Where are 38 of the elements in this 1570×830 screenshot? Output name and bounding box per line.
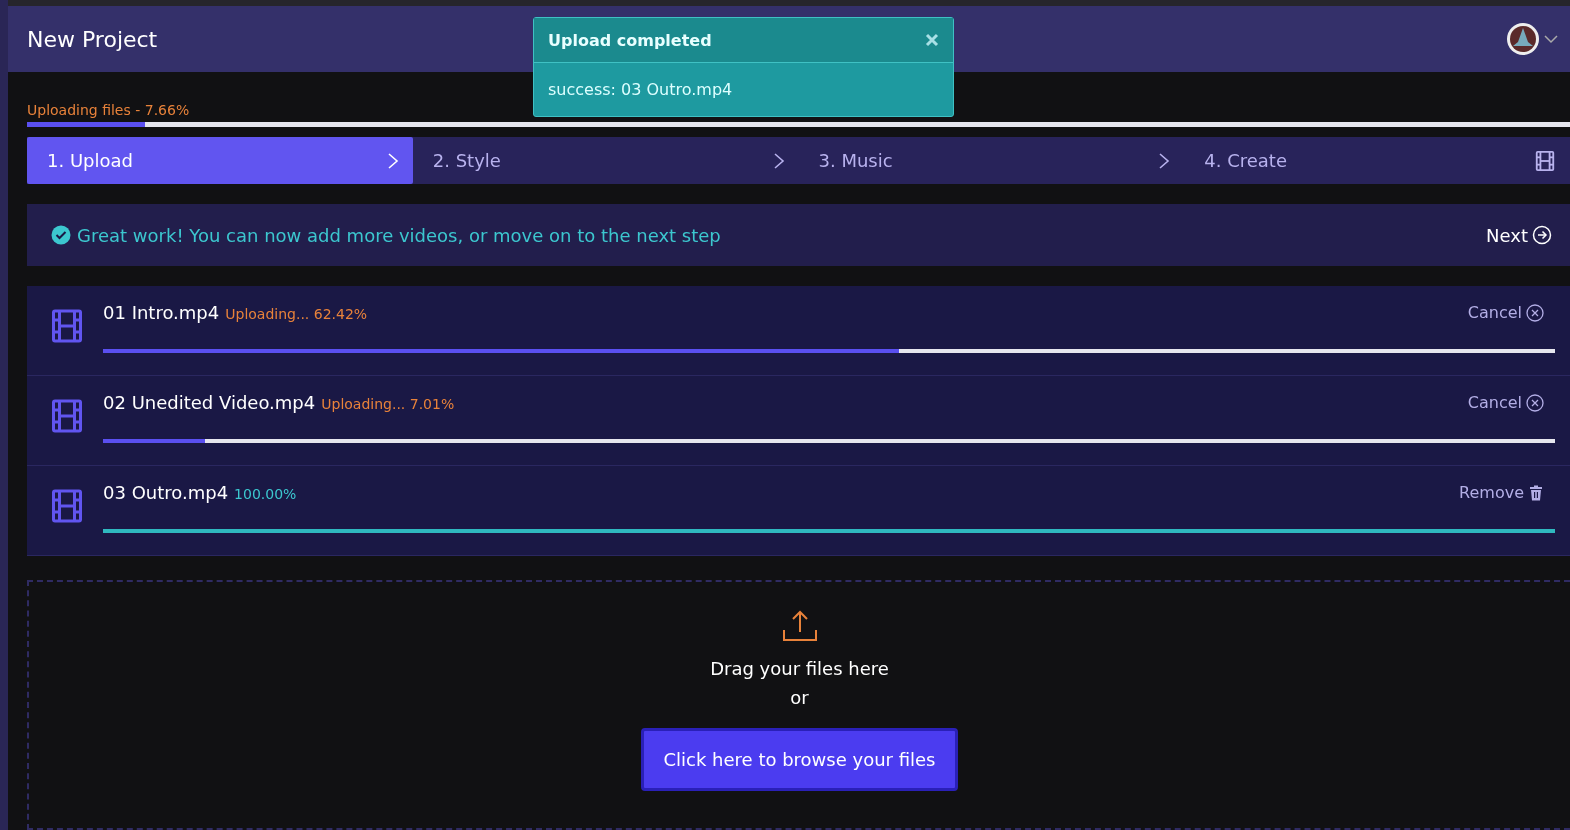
- toast-title: Upload completed: [548, 30, 712, 50]
- page-title: New Project: [27, 26, 158, 52]
- film-icon: [49, 398, 85, 434]
- remove-button[interactable]: Remove: [1459, 483, 1544, 502]
- step-tab[interactable]: 1. Upload: [27, 137, 413, 184]
- or-label: or: [790, 686, 809, 710]
- step-tab[interactable]: 3. Music: [798, 137, 1185, 184]
- drop-prompt: Drag your files here: [710, 657, 889, 681]
- upload-status: 100.00%: [234, 486, 297, 502]
- close-circle-icon: [1526, 393, 1544, 412]
- cancel-button[interactable]: Cancel: [1467, 303, 1544, 322]
- film-icon: [49, 488, 85, 524]
- next-button[interactable]: Next: [1486, 224, 1552, 246]
- trash-icon: [1528, 484, 1544, 501]
- upload-icon: [781, 610, 818, 642]
- file-name: 03 Outro.mp4: [103, 482, 229, 503]
- cancel-button[interactable]: Cancel: [1467, 393, 1544, 412]
- film-icon: [49, 308, 85, 344]
- file-name: 02 Unedited Video.mp4: [103, 392, 316, 413]
- close-circle-icon: [1526, 303, 1544, 322]
- file-name: 01 Intro.mp4: [103, 302, 220, 323]
- chevron-icon: [386, 151, 399, 170]
- upload-progress-label: Uploading files - 7.66%: [27, 102, 191, 118]
- drop-zone[interactable]: Drag your files here or Click here to browse your files: [27, 580, 1570, 830]
- film-icon: [1534, 149, 1556, 172]
- check-circle-icon: [51, 225, 71, 245]
- caret-icon[interactable]: [1544, 34, 1558, 45]
- banner-message: Great work! You can now add more videos, or move on to the next step: [77, 224, 721, 246]
- step-tab[interactable]: 2. Style: [412, 137, 799, 184]
- avatar-icon[interactable]: [1506, 22, 1540, 57]
- chevron-icon: [772, 151, 785, 170]
- upload-status: Uploading... 62.42%: [225, 306, 368, 322]
- toast-message: success: 03 Outro.mp4: [547, 79, 734, 101]
- chevron-icon: [1158, 151, 1171, 170]
- step-tab[interactable]: 4. Create: [1184, 137, 1570, 184]
- browse-button[interactable]: Click here to browse your files: [641, 728, 958, 791]
- upload-status: Uploading... 7.01%: [321, 396, 455, 412]
- arrow-circle-icon: [1532, 225, 1552, 245]
